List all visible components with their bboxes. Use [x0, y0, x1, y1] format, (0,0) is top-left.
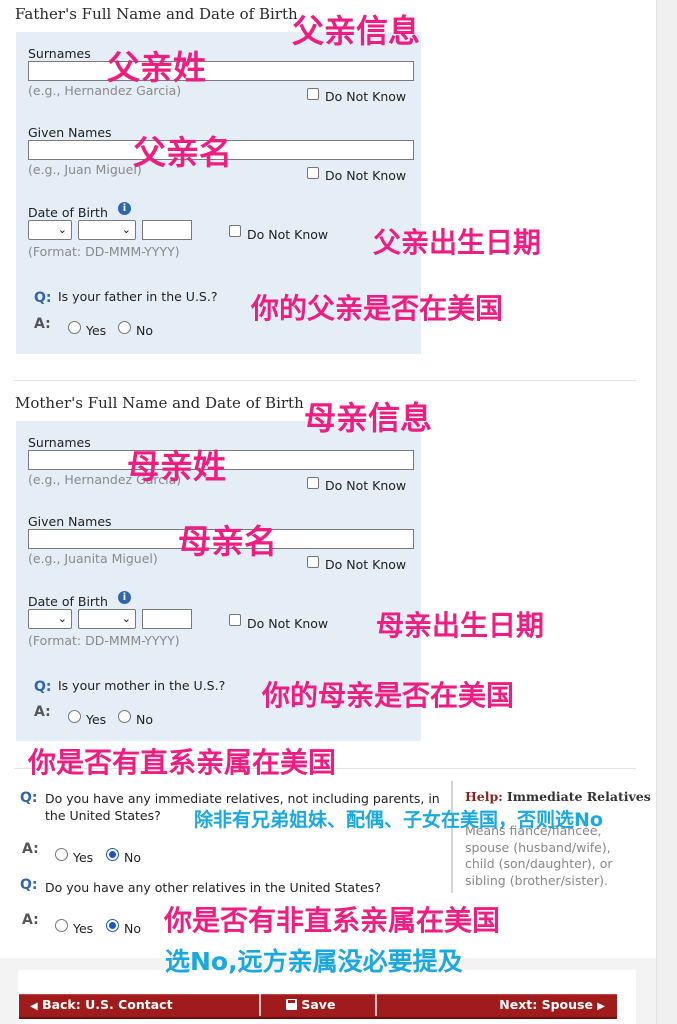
father-dob-dnk-checkbox[interactable] [229, 225, 241, 237]
immediate-no-radio[interactable] [106, 848, 119, 861]
save-icon [286, 999, 297, 1010]
annotation-mother-info: 母亲信息 [304, 399, 433, 437]
scrollbar-track[interactable] [656, 0, 677, 1024]
other-no-radio[interactable] [106, 919, 119, 932]
mother-section-title: Mother's Full Name and Date of Birth [15, 394, 304, 412]
help-prefix: Help: [465, 789, 503, 804]
annotation-father-in-us: 你的父亲是否在美国 [251, 292, 504, 325]
mother-given-label: Given Names [28, 514, 112, 529]
help-topic: Immediate Relatives [506, 789, 651, 804]
annotation-other-note: 选No,远方亲属没必要提及 [165, 947, 463, 976]
annotation-mother-dob: 母亲出生日期 [376, 609, 545, 642]
other-yes-label: Yes [73, 921, 94, 936]
relatives-q2-a-marker: A: [22, 912, 39, 928]
father-surnames-dnk-label: Do Not Know [325, 89, 407, 104]
annotation-father-given: 父亲名 [133, 133, 232, 172]
save-button[interactable]: Save [286, 994, 374, 1016]
relatives-q1-marker: Q: [20, 790, 38, 806]
relatives-q1-a-marker: A: [22, 841, 39, 857]
father-surnames-dnk-checkbox[interactable] [307, 88, 319, 100]
arrow-left-icon: ◀ [30, 1001, 38, 1012]
father-dob-format: (Format: DD-MMM-YYYY) [28, 244, 180, 259]
father-given-label: Given Names [28, 125, 112, 140]
mother-given-dnk-checkbox[interactable] [307, 556, 319, 568]
other-no-label: No [124, 921, 141, 936]
mother-dob-year-input[interactable] [142, 609, 192, 629]
mother-in-us-no-label: No [136, 712, 153, 727]
father-q-marker: Q: [34, 290, 52, 306]
father-in-us-question: Is your father in the U.S.? [58, 289, 218, 304]
annotation-father-dob: 父亲出生日期 [373, 226, 542, 259]
father-section-title: Father's Full Name and Date of Birth [15, 5, 298, 23]
father-a-marker: A: [34, 316, 51, 332]
father-surnames-label: Surnames [28, 46, 91, 61]
father-given-hint: (e.g., Juan Miguel) [28, 162, 142, 177]
mother-surnames-dnk-checkbox[interactable] [307, 477, 319, 489]
help-icon[interactable]: i [118, 591, 131, 604]
save-button-label: Save [301, 997, 336, 1012]
immediate-no-label: No [124, 850, 141, 865]
father-in-us-yes-label: Yes [86, 323, 107, 338]
father-dob-month-select[interactable]: ⌄ [78, 220, 136, 240]
mother-dob-dnk-label: Do Not Know [247, 616, 329, 631]
mother-surnames-label: Surnames [28, 435, 91, 450]
other-yes-radio[interactable] [55, 919, 68, 932]
chevron-down-icon: ⌄ [121, 612, 131, 625]
nav-separator [259, 994, 261, 1016]
father-in-us-yes-radio[interactable] [68, 321, 81, 334]
annotation-mother-in-us: 你的母亲是否在美国 [262, 679, 515, 712]
immediate-yes-label: Yes [73, 850, 94, 865]
chevron-down-icon: ⌄ [57, 223, 67, 236]
back-button[interactable]: ◀ Back: U.S. Contact [30, 994, 258, 1016]
annotation-father-info: 父亲信息 [292, 12, 421, 50]
help-title: Help: Immediate Relatives [465, 789, 651, 804]
mother-dob-dnk-checkbox[interactable] [229, 614, 241, 626]
mother-given-dnk-label: Do Not Know [325, 557, 407, 572]
next-button[interactable]: Next: Spouse ▶ [377, 994, 605, 1016]
father-dob-day-select[interactable]: ⌄ [28, 220, 72, 240]
section-divider [14, 380, 636, 381]
father-dob-dnk-label: Do Not Know [247, 227, 329, 242]
father-given-dnk-label: Do Not Know [325, 168, 407, 183]
mother-in-us-yes-label: Yes [86, 712, 107, 727]
mother-in-us-yes-radio[interactable] [68, 710, 81, 723]
mother-q-marker: Q: [34, 679, 52, 695]
back-button-label: Back: U.S. Contact [42, 997, 173, 1012]
mother-dob-month-select[interactable]: ⌄ [78, 609, 136, 629]
annotation-mother-surname: 母亲姓 [127, 447, 226, 486]
mother-surnames-dnk-label: Do Not Know [325, 478, 407, 493]
mother-in-us-no-radio[interactable] [118, 710, 131, 723]
annotation-father-surname: 父亲姓 [107, 48, 206, 87]
annotation-mother-given: 母亲名 [178, 522, 277, 561]
father-in-us-no-label: No [136, 323, 153, 338]
help-icon[interactable]: i [118, 202, 131, 215]
father-in-us-no-radio[interactable] [118, 321, 131, 334]
chevron-down-icon: ⌄ [57, 612, 67, 625]
mother-dob-format: (Format: DD-MMM-YYYY) [28, 633, 180, 648]
mother-dob-day-select[interactable]: ⌄ [28, 609, 72, 629]
father-dob-label: Date of Birth [28, 205, 108, 220]
father-surnames-input[interactable] [28, 61, 414, 81]
next-button-label: Next: Spouse [499, 997, 593, 1012]
mother-in-us-question: Is your mother in the U.S.? [58, 678, 226, 693]
chevron-down-icon: ⌄ [121, 223, 131, 236]
mother-dob-label: Date of Birth [28, 594, 108, 609]
help-body: Means fiancé/fiancée, spouse (husband/wi… [465, 823, 613, 888]
annotation-immediate-relatives: 你是否有直系亲属在美国 [28, 746, 337, 779]
relatives-q2-marker: Q: [20, 877, 38, 893]
arrow-right-icon: ▶ [597, 1001, 605, 1012]
annotation-immediate-note: 除非有兄弟姐妹、配偶、子女在美国，否则选No [194, 809, 603, 831]
father-dob-year-input[interactable] [142, 220, 192, 240]
mother-a-marker: A: [34, 704, 51, 720]
annotation-other-relatives: 你是否有非直系亲属在美国 [164, 904, 501, 937]
father-given-dnk-checkbox[interactable] [307, 167, 319, 179]
immediate-yes-radio[interactable] [55, 848, 68, 861]
relatives-other-question: Do you have any other relatives in the U… [45, 880, 381, 895]
mother-given-hint: (e.g., Juanita Miguel) [28, 551, 158, 566]
